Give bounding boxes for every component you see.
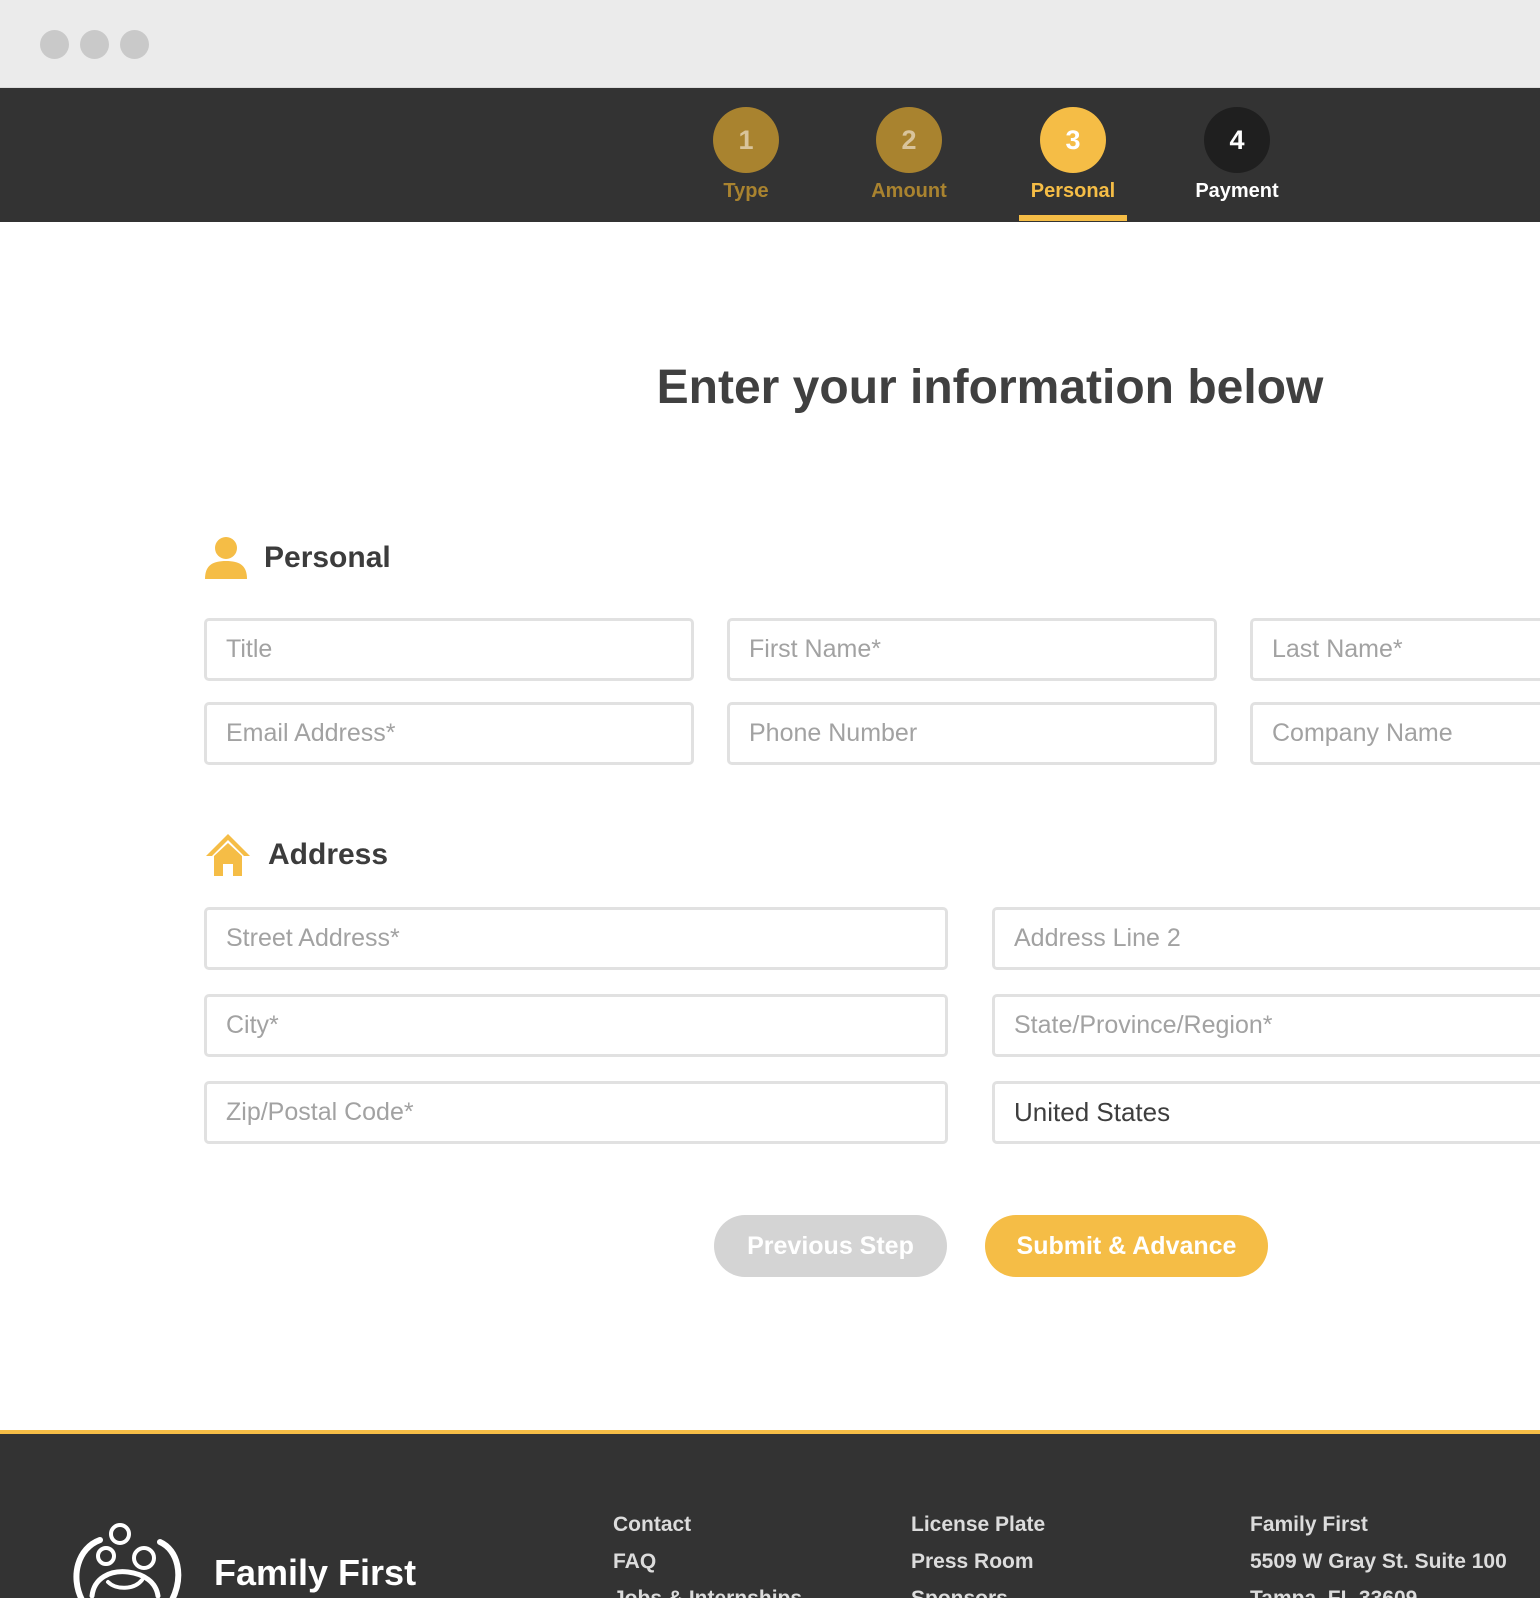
- active-step-indicator: [1019, 215, 1127, 221]
- step-label: Amount: [871, 180, 947, 202]
- previous-step-button[interactable]: Previous Step: [714, 1215, 947, 1277]
- email-field[interactable]: [204, 702, 694, 765]
- phone-field[interactable]: [727, 702, 1217, 765]
- company-field[interactable]: [1250, 702, 1540, 765]
- last-name-field[interactable]: [1250, 618, 1540, 681]
- window-dot-close[interactable]: [40, 30, 69, 59]
- footer-link-contact[interactable]: Contact: [613, 1506, 802, 1543]
- footer-link-jobs[interactable]: Jobs & Internships: [613, 1580, 802, 1598]
- submit-advance-button[interactable]: Submit & Advance: [985, 1215, 1268, 1277]
- address-line-2-field[interactable]: [992, 907, 1540, 970]
- step-label: Personal: [1030, 180, 1116, 202]
- address-section-heading: Address: [204, 832, 388, 878]
- step-type[interactable]: 1 Type: [676, 88, 816, 222]
- footer-link-press-room[interactable]: Press Room: [911, 1543, 1045, 1580]
- window-dot-maximize[interactable]: [120, 30, 149, 59]
- page-title: Enter your information below: [656, 361, 1324, 414]
- footer-address-street: 5509 W Gray St. Suite 100: [1250, 1550, 1507, 1573]
- step-number: 4: [1204, 107, 1270, 173]
- footer-address: Family First 5509 W Gray St. Suite 100 T…: [1250, 1506, 1507, 1598]
- browser-chrome: [0, 0, 1540, 88]
- person-icon: [205, 537, 247, 579]
- step-label: Type: [723, 180, 769, 202]
- step-number: 1: [713, 107, 779, 173]
- footer-brand: Family First: [214, 1552, 417, 1593]
- footer-links-col-2: License Plate Press Room Sponsors: [911, 1506, 1045, 1598]
- footer: Family First Contact FAQ Jobs & Internsh…: [0, 1430, 1540, 1598]
- title-field[interactable]: [204, 618, 694, 681]
- window-dot-minimize[interactable]: [80, 30, 109, 59]
- section-title: Address: [268, 838, 389, 871]
- step-number: 2: [876, 107, 942, 173]
- zip-field[interactable]: [204, 1081, 948, 1144]
- footer-link-license-plate[interactable]: License Plate: [911, 1506, 1045, 1543]
- footer-links-col-1: Contact FAQ Jobs & Internships: [613, 1506, 802, 1598]
- footer-link-faq[interactable]: FAQ: [613, 1543, 802, 1580]
- footer-link-sponsors[interactable]: Sponsors: [911, 1580, 1045, 1598]
- state-field[interactable]: [992, 994, 1540, 1057]
- section-title: Personal: [264, 541, 391, 574]
- personal-section-heading: Personal: [204, 535, 391, 581]
- country-select-value: United States: [1014, 1097, 1171, 1127]
- family-first-logo-icon: [73, 1523, 182, 1598]
- step-personal[interactable]: 3 Personal: [1003, 88, 1143, 222]
- city-field[interactable]: [204, 994, 948, 1057]
- step-amount[interactable]: 2 Amount: [839, 88, 979, 222]
- footer-address-org: Family First: [1250, 1513, 1368, 1536]
- footer-address-city: Tampa, FL 33609: [1250, 1580, 1507, 1598]
- step-label: Payment: [1195, 180, 1279, 202]
- street-address-field[interactable]: [204, 907, 948, 970]
- first-name-field[interactable]: [727, 618, 1217, 681]
- home-icon: [206, 834, 250, 876]
- country-select[interactable]: United States: [992, 1081, 1540, 1144]
- step-number: 3: [1040, 107, 1106, 173]
- step-payment[interactable]: 4 Payment: [1167, 88, 1307, 222]
- step-progress-bar: 1 Type 2 Amount 3 Personal 4 Payment: [0, 88, 1540, 222]
